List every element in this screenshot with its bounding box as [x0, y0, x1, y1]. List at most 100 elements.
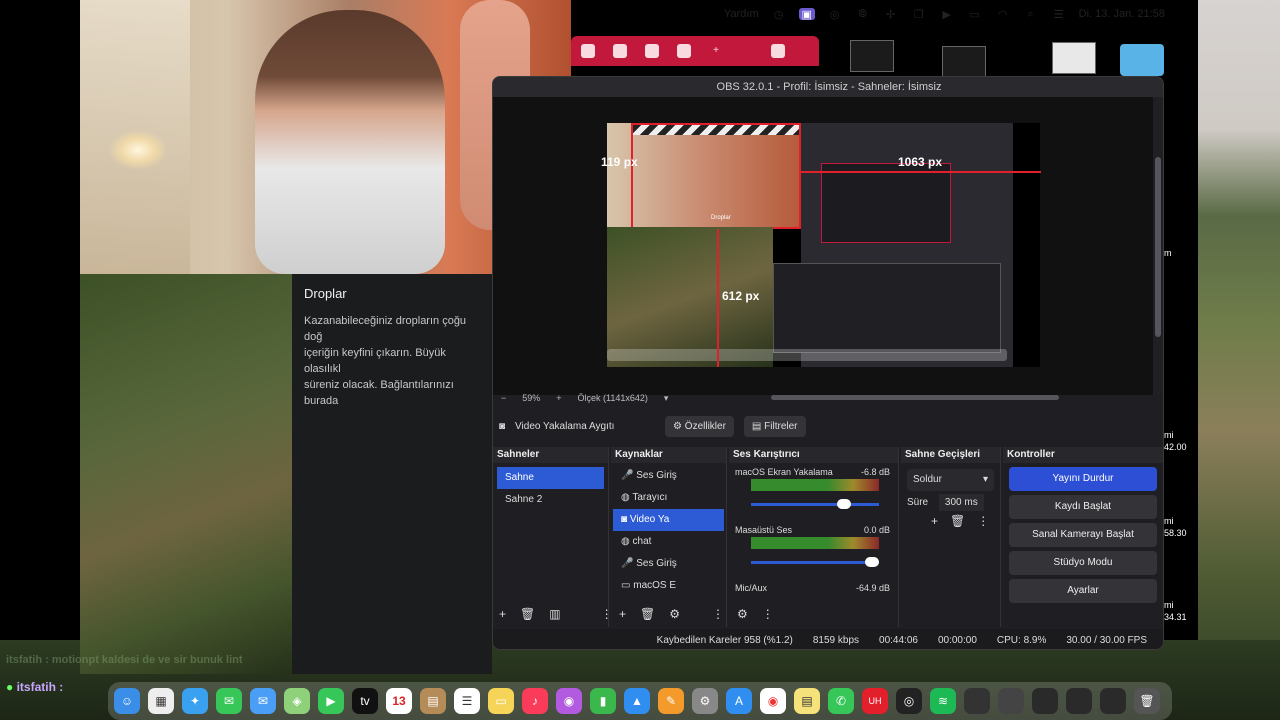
trash-icon[interactable]: 🗑: [520, 607, 535, 621]
messages-icon[interactable]: ✉: [216, 688, 242, 714]
tv-icon[interactable]: tv: [352, 688, 378, 714]
window-thumbnails: [840, 38, 1198, 78]
window-thumbnail[interactable]: [850, 40, 894, 72]
add-transition-button[interactable]: +: [931, 514, 938, 528]
chevron-down-icon[interactable]: [771, 44, 785, 58]
drive-icon[interactable]: [581, 44, 595, 58]
trash-icon[interactable]: 🗑: [640, 607, 655, 621]
scene-item[interactable]: Sahne: [497, 467, 604, 489]
play-icon[interactable]: ▶: [939, 8, 955, 21]
start-record-button[interactable]: Kaydı Başlat: [1009, 495, 1157, 519]
keynote-icon[interactable]: ▲: [624, 688, 650, 714]
volume-slider[interactable]: [751, 557, 879, 567]
properties-button[interactable]: ⚙ Özellikler: [665, 415, 734, 437]
preview-canvas[interactable]: Droplar: [607, 123, 1041, 367]
radio-icon[interactable]: ⦾: [855, 8, 871, 20]
facetime-icon[interactable]: ▶: [318, 688, 344, 714]
tab-icon[interactable]: [613, 44, 627, 58]
finder-icon[interactable]: ☺: [114, 688, 140, 714]
new-tab-icon[interactable]: +: [709, 44, 723, 58]
wifi-icon[interactable]: ◠: [995, 8, 1011, 21]
volume-slider[interactable]: [751, 499, 879, 509]
duration-input[interactable]: 300 ms: [938, 494, 984, 511]
clock-icon[interactable]: ◷: [771, 8, 787, 21]
filter-icon[interactable]: ▥: [549, 607, 560, 621]
battery-icon[interactable]: ▭: [967, 8, 983, 21]
zoom-out-button[interactable]: −: [501, 393, 506, 403]
volume-knob[interactable]: [865, 557, 879, 567]
tab-icon[interactable]: [645, 44, 659, 58]
stickies-icon[interactable]: ▭: [488, 688, 514, 714]
recent-window[interactable]: [1032, 688, 1058, 714]
pages-icon[interactable]: ✎: [658, 688, 684, 714]
settings-icon[interactable]: ⚙: [692, 688, 718, 714]
source-item[interactable]: ◍ Tarayıcı: [613, 487, 724, 509]
source-item[interactable]: ◍ chat: [613, 531, 724, 553]
launchpad-icon[interactable]: ▦: [148, 688, 174, 714]
obs-icon[interactable]: ◎: [896, 688, 922, 714]
safari-icon[interactable]: ✦: [182, 688, 208, 714]
virtual-camera-button[interactable]: Sanal Kamerayı Başlat: [1009, 523, 1157, 547]
search-icon[interactable]: ⌕: [1023, 8, 1039, 20]
trash-icon[interactable]: 🗑: [1134, 688, 1160, 714]
chevron-down-icon[interactable]: ▾: [664, 393, 669, 404]
scene-item[interactable]: Sahne 2: [497, 489, 604, 511]
podcasts-icon[interactable]: ◉: [556, 688, 582, 714]
recent-window[interactable]: [998, 688, 1024, 714]
recent-window[interactable]: [1100, 688, 1126, 714]
chrome-icon[interactable]: ◉: [760, 688, 786, 714]
numbers-icon[interactable]: ▮: [590, 688, 616, 714]
mail-icon[interactable]: ✉: [250, 688, 276, 714]
menu-date[interactable]: Di. 13. Jan. 21:58: [1079, 8, 1165, 20]
calendar-icon[interactable]: 13: [386, 688, 412, 714]
control-center-icon[interactable]: ☰: [1051, 8, 1067, 21]
spotify-icon[interactable]: ≋: [930, 688, 956, 714]
window-thumbnail[interactable]: [942, 46, 986, 78]
add-scene-button[interactable]: +: [499, 607, 506, 621]
zoom-in-button[interactable]: +: [556, 393, 561, 403]
tab-icon[interactable]: [677, 44, 691, 58]
cast-icon[interactable]: ◎: [827, 8, 843, 21]
whatsapp-icon[interactable]: ✆: [828, 688, 854, 714]
volume-knob[interactable]: [837, 499, 851, 509]
more-icon[interactable]: ⋮: [977, 514, 989, 528]
trash-icon[interactable]: 🗑: [950, 514, 965, 528]
settings-button[interactable]: Ayarlar: [1009, 579, 1157, 603]
windows-icon[interactable]: ❐: [911, 8, 927, 21]
menu-help[interactable]: Yardım: [724, 8, 759, 20]
source-item[interactable]: ◙ Video Ya: [613, 509, 724, 531]
reminders-icon[interactable]: ☰: [454, 688, 480, 714]
channel-name: Mic/Aux: [735, 583, 768, 593]
stickies-icon[interactable]: ▤: [794, 688, 820, 714]
obs-preview[interactable]: Droplar 119 px 1063 px 612 px: [493, 97, 1153, 395]
uhh-icon[interactable]: UH: [862, 688, 888, 714]
folder-icon[interactable]: [1120, 44, 1164, 76]
guide-line-horizontal: [801, 171, 1041, 173]
more-icon[interactable]: ⋮: [762, 607, 774, 621]
gear-icon[interactable]: ⚙: [669, 607, 680, 621]
maps-icon[interactable]: ◈: [284, 688, 310, 714]
window-thumbnail[interactable]: [1052, 42, 1096, 74]
recent-window[interactable]: [1066, 688, 1092, 714]
filters-button[interactable]: ▤ Filtreler: [743, 415, 806, 437]
appstore-icon[interactable]: A: [726, 688, 752, 714]
notes-icon[interactable]: ▤: [420, 688, 446, 714]
gear-icon[interactable]: ⚙: [737, 607, 748, 621]
stop-stream-button[interactable]: Yayını Durdur: [1009, 467, 1157, 491]
music-icon[interactable]: ♪: [522, 688, 548, 714]
more-icon[interactable]: ⋮: [712, 607, 724, 621]
studio-mode-button[interactable]: Stüdyo Modu: [1009, 551, 1157, 575]
source-item[interactable]: ▭ macOS E: [613, 575, 724, 597]
controls-icon[interactable]: ✢: [883, 8, 899, 21]
sources-toolbar: + 🗑 ⚙ ⋮: [619, 607, 724, 621]
add-source-button[interactable]: +: [619, 607, 626, 621]
filters-label: Filtreler: [764, 420, 798, 432]
source-toolbar: ◙ Video Yakalama Aygıtı ⚙ Özellikler ▤ F…: [493, 413, 1163, 439]
selection-box[interactable]: [631, 123, 801, 229]
horizontal-scrollbar[interactable]: [771, 395, 1059, 400]
screen-icon[interactable]: ▣: [798, 8, 815, 21]
recent-window[interactable]: [964, 688, 990, 714]
source-item[interactable]: 🎤 Ses Giriş: [613, 465, 724, 487]
transition-select[interactable]: Soldur ▾: [907, 469, 994, 491]
source-item[interactable]: 🎤 Ses Giriş: [613, 553, 724, 575]
